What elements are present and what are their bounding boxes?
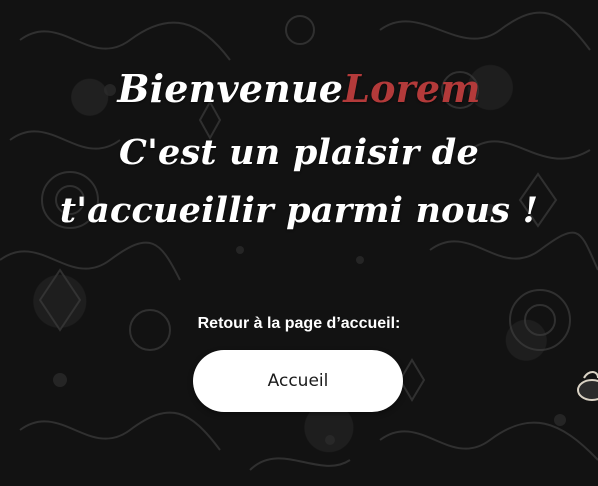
page: BienvenueLorem C'est un plaisir de t'acc… (0, 0, 598, 486)
retour-label: Retour à la page d’accueil: (197, 315, 401, 332)
greeting-text: Bienvenue (117, 66, 344, 111)
accueil-button[interactable]: Accueil (193, 350, 403, 412)
user-name: Lorem (343, 66, 481, 111)
welcome-heading: BienvenueLorem (0, 66, 598, 111)
welcome-section: BienvenueLorem C'est un plaisir de t'acc… (0, 0, 598, 486)
welcome-message-line-2: t'accueillir parmi nous ! (59, 190, 539, 231)
welcome-message-line-1: C'est un plaisir de (119, 132, 479, 173)
